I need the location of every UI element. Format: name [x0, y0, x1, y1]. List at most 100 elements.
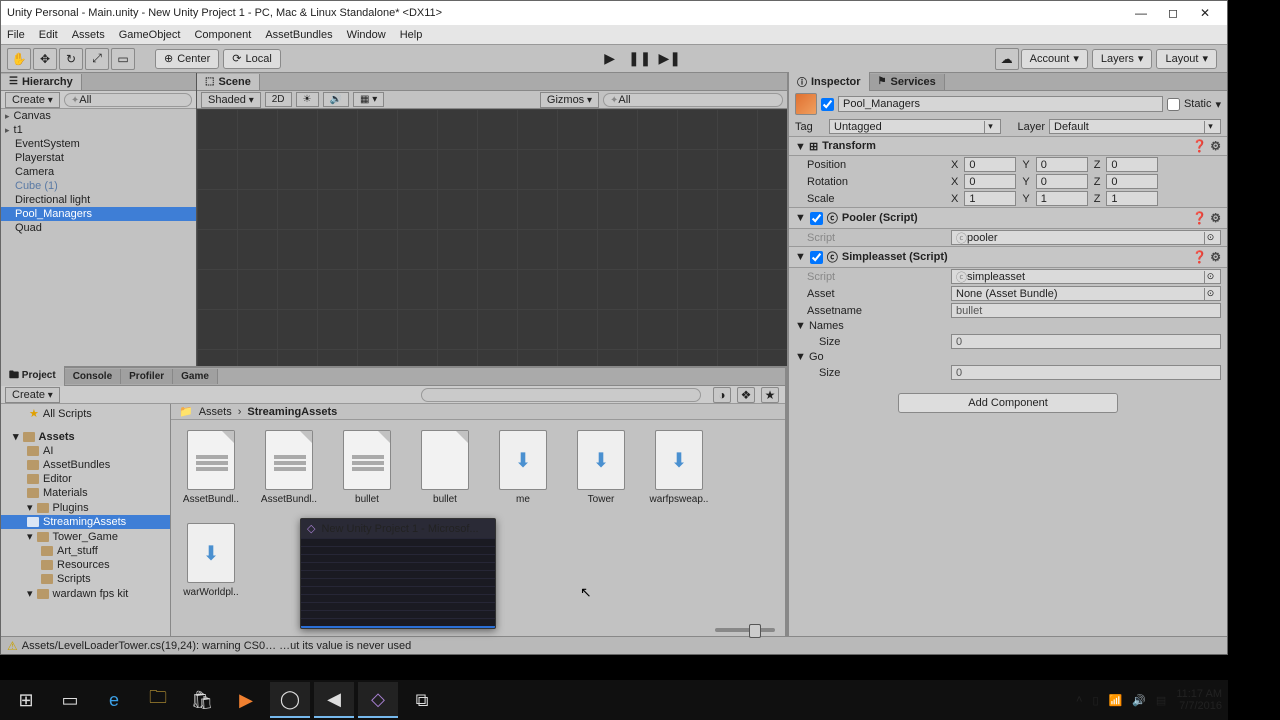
- assetname-field[interactable]: [951, 303, 1221, 318]
- clock[interactable]: 11:17 AM7/7/2016: [1176, 688, 1222, 712]
- action-center-icon[interactable]: ▤: [1156, 694, 1166, 707]
- asset-item[interactable]: ⬇me: [493, 430, 553, 505]
- save-search-icon[interactable]: ★: [761, 387, 779, 403]
- asset-item[interactable]: AssetBundl..: [181, 430, 241, 505]
- rect-tool[interactable]: ▭: [111, 48, 135, 70]
- menu-assets[interactable]: Assets: [72, 29, 105, 41]
- names-size-field[interactable]: [951, 334, 1221, 349]
- tree-item[interactable]: Editor: [1, 472, 170, 486]
- rot-x[interactable]: [964, 174, 1016, 189]
- gizmos-dropdown[interactable]: Gizmos ▾: [540, 92, 599, 108]
- menu-help[interactable]: Help: [400, 29, 423, 41]
- close-button[interactable]: ✕: [1189, 1, 1221, 25]
- gear-icon[interactable]: ❓ ⚙: [1192, 139, 1221, 153]
- project-create[interactable]: Create ▾: [5, 387, 60, 403]
- hierarchy-search[interactable]: ✦All: [64, 93, 192, 107]
- tree-item[interactable]: Scripts: [1, 572, 170, 586]
- taskbar-preview-vs[interactable]: ◇New Unity Project 1 - Microsof...: [300, 518, 496, 629]
- tray-up-icon[interactable]: ˄: [1076, 694, 1082, 706]
- services-tab[interactable]: ⚑ Services: [870, 74, 945, 90]
- chrome-icon[interactable]: ◯: [270, 682, 310, 718]
- hierarchy-item[interactable]: Quad: [1, 221, 196, 235]
- breadcrumb[interactable]: 📁 Assets › StreamingAssets: [171, 404, 785, 420]
- tree-favorite[interactable]: ★ All Scripts: [1, 406, 170, 421]
- scale-x[interactable]: [964, 191, 1016, 206]
- unity-taskbar-icon[interactable]: ◀: [314, 682, 354, 718]
- store-icon[interactable]: 🛍: [182, 682, 222, 718]
- rot-y[interactable]: [1036, 174, 1088, 189]
- gameobject-name-field[interactable]: [838, 96, 1163, 112]
- add-component-button[interactable]: Add Component: [898, 393, 1118, 413]
- hierarchy-item[interactable]: Pool_Managers: [1, 207, 196, 221]
- pooler-header[interactable]: ▼ ⓒ Pooler (Script)❓ ⚙: [789, 207, 1227, 229]
- go-size-field[interactable]: [951, 365, 1221, 380]
- hierarchy-item[interactable]: Playerstat: [1, 151, 196, 165]
- layout-dropdown[interactable]: Layout ▾: [1156, 49, 1217, 69]
- layers-dropdown[interactable]: Layers ▾: [1092, 49, 1153, 69]
- tree-item[interactable]: StreamingAssets: [1, 515, 170, 529]
- pos-y[interactable]: [1036, 157, 1088, 172]
- tree-item[interactable]: Materials: [1, 486, 170, 500]
- step-button[interactable]: ▶❚: [655, 48, 685, 70]
- light-toggle[interactable]: ☀: [296, 92, 319, 107]
- pos-z[interactable]: [1106, 157, 1158, 172]
- pos-x[interactable]: [964, 157, 1016, 172]
- wifi-icon[interactable]: 📶: [1109, 694, 1123, 707]
- menu-gameobject[interactable]: GameObject: [119, 29, 181, 41]
- gameobject-active-toggle[interactable]: [821, 98, 834, 111]
- project-tree[interactable]: ★ All Scripts▾ Assets AI AssetBundles Ed…: [1, 404, 171, 636]
- simple-script-field[interactable]: ⓒ simpleasset⊙: [951, 269, 1221, 284]
- tree-item[interactable]: AssetBundles: [1, 458, 170, 472]
- hierarchy-item[interactable]: Cube (1): [1, 179, 196, 193]
- tree-item[interactable]: AI: [1, 444, 170, 458]
- tree-item[interactable]: Resources: [1, 558, 170, 572]
- rotate-tool[interactable]: ↻: [59, 48, 83, 70]
- asset-item[interactable]: AssetBundl..: [259, 430, 319, 505]
- hierarchy-item[interactable]: EventSystem: [1, 137, 196, 151]
- shaded-dropdown[interactable]: Shaded ▾: [201, 92, 261, 108]
- static-toggle[interactable]: [1167, 98, 1180, 111]
- scene-viewport[interactable]: [197, 109, 787, 366]
- play-button[interactable]: ▶: [595, 48, 625, 70]
- volume-icon[interactable]: 🔊: [1132, 694, 1146, 707]
- gear-icon[interactable]: ❓ ⚙: [1192, 211, 1221, 225]
- project-search[interactable]: [421, 388, 701, 402]
- thumbnail-size-slider[interactable]: [715, 628, 775, 632]
- cloud-button[interactable]: ☁: [995, 48, 1019, 70]
- simpleasset-header[interactable]: ▼ ⓒ Simpleasset (Script)❓ ⚙: [789, 246, 1227, 268]
- asset-item[interactable]: ⬇warfpsweap..: [649, 430, 709, 505]
- hierarchy-item[interactable]: Camera: [1, 165, 196, 179]
- asset-field[interactable]: None (Asset Bundle)⊙: [951, 286, 1221, 301]
- rot-z[interactable]: [1106, 174, 1158, 189]
- space-local-toggle[interactable]: ⟳ Local: [223, 49, 281, 69]
- tab-profiler[interactable]: Profiler: [121, 369, 173, 384]
- 2d-toggle[interactable]: 2D: [265, 92, 292, 107]
- scale-tool[interactable]: ⤢: [85, 48, 109, 70]
- pivot-center-toggle[interactable]: ⊕ Center: [155, 49, 219, 69]
- asset-item[interactable]: bullet: [337, 430, 397, 505]
- tree-item[interactable]: ▾ wardawn fps kit: [1, 586, 170, 601]
- fx-toggle[interactable]: ▦ ▾: [353, 92, 384, 107]
- hierarchy-item[interactable]: Canvas: [1, 109, 196, 123]
- audio-toggle[interactable]: 🔊: [323, 92, 349, 107]
- transform-header[interactable]: ▼ ⊞ Transform❓ ⚙: [789, 136, 1227, 156]
- menu-file[interactable]: File: [7, 29, 25, 41]
- layer-dropdown[interactable]: Default▾: [1049, 119, 1221, 134]
- maximize-button[interactable]: ◻: [1157, 1, 1189, 25]
- cmd-icon[interactable]: ⧉: [402, 682, 442, 718]
- video-icon[interactable]: ▶: [226, 682, 266, 718]
- edge-icon[interactable]: e: [94, 682, 134, 718]
- tab-game[interactable]: Game: [173, 369, 218, 384]
- hierarchy-item[interactable]: t1: [1, 123, 196, 137]
- asset-item[interactable]: bullet: [415, 430, 475, 505]
- tab-console[interactable]: Console: [65, 369, 121, 384]
- hierarchy-create[interactable]: Create ▾: [5, 92, 60, 108]
- vs-taskbar-icon[interactable]: ◇: [358, 682, 398, 718]
- start-button[interactable]: ⊞: [6, 682, 46, 718]
- gear-icon[interactable]: ❓ ⚙: [1192, 250, 1221, 264]
- menu-edit[interactable]: Edit: [39, 29, 58, 41]
- move-tool[interactable]: ✥: [33, 48, 57, 70]
- pause-button[interactable]: ❚❚: [625, 48, 655, 70]
- menu-component[interactable]: Component: [194, 29, 251, 41]
- inspector-tab[interactable]: ⓘ Inspector: [789, 72, 870, 91]
